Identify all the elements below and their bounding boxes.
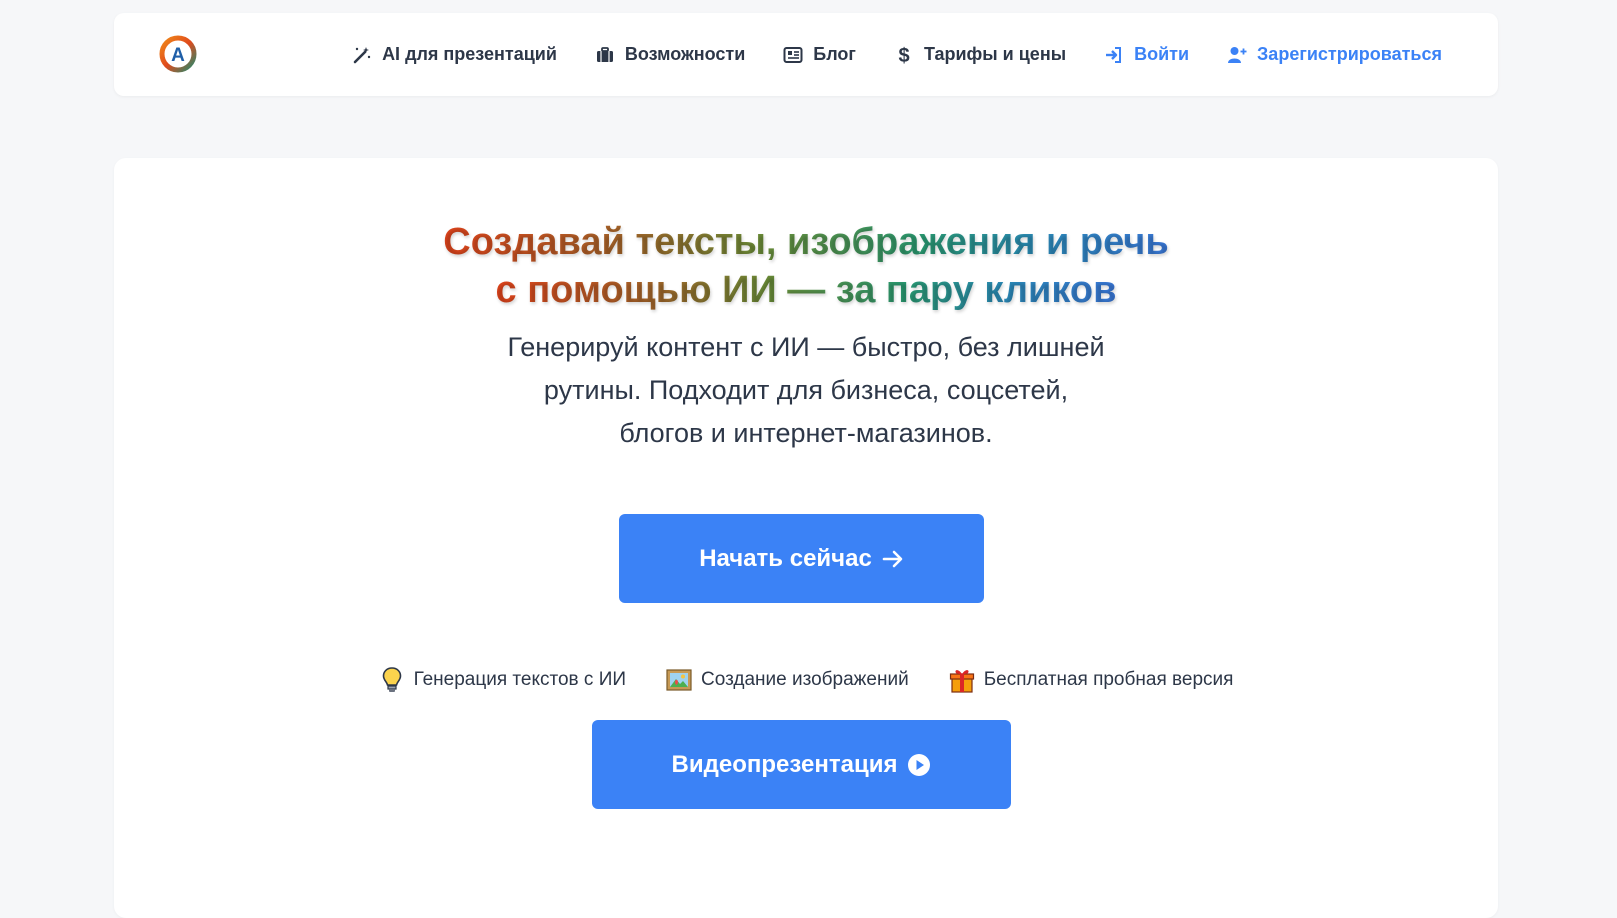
nav-label: Зарегистрироваться (1257, 44, 1442, 64)
logo[interactable]: A (157, 33, 199, 75)
hero-subtitle: Генерируй контент с ИИ — быстро, без лиш… (506, 326, 1106, 455)
hero-section: Создавай тексты, изображения и речь с по… (114, 158, 1498, 918)
feature-item-free-trial: Бесплатная пробная версия (949, 666, 1234, 694)
feature-list: Генерация текстов с ИИ Создание изображе… (114, 666, 1498, 694)
login-icon (1106, 46, 1122, 63)
video-presentation-label: Видеопрезентация (671, 750, 898, 778)
nav-item-pricing[interactable]: $ Тарифы и цены (894, 44, 1066, 65)
nav-label: Тарифы и цены (923, 44, 1067, 64)
video-presentation-button[interactable]: Видеопрезентация (592, 720, 1011, 809)
briefcase-icon (596, 46, 613, 62)
arrow-right-icon (882, 550, 903, 567)
logo-letter: A (171, 45, 185, 66)
nav-item-features[interactable]: Возможности (595, 44, 745, 65)
feature-label: Генерация текстов с ИИ (413, 669, 627, 690)
magic-wand-icon (353, 46, 371, 63)
nav-menu: AI для презентаций Возможности Блог $ Та… (352, 13, 1442, 96)
framed-picture-icon (666, 669, 692, 691)
subtitle-line-3: блогов и интернет-магазинов. (619, 418, 993, 448)
feature-item-text-generation: Генерация текстов с ИИ (379, 666, 626, 694)
lightbulb-icon (382, 667, 401, 692)
top-navbar: A AI для презентаций Возможности Блог $ … (114, 13, 1498, 96)
nav-label: Войти (1134, 44, 1190, 64)
play-circle-icon (908, 753, 931, 776)
subtitle-line-1: Генерируй контент с ИИ — быстро, без лиш… (507, 332, 1105, 362)
hero-headline: Создавай тексты, изображения и речь с по… (114, 218, 1498, 314)
nav-label: Возможности (624, 44, 746, 64)
feature-label: Создание изображений (701, 669, 909, 690)
svg-text:$: $ (898, 45, 909, 65)
subtitle-line-2: рутины. Подходит для бизнеса, соцсетей, (543, 375, 1069, 405)
start-now-label: Начать сейчас (699, 544, 872, 572)
user-plus-icon (1228, 46, 1247, 63)
nav-item-register[interactable]: Зарегистрироваться (1227, 44, 1442, 65)
headline-line-2: с помощью ИИ — за пару кликов (495, 269, 1117, 311)
dollar-icon: $ (898, 45, 909, 65)
logo-ring-icon: A (159, 35, 197, 73)
feature-item-image-creation: Создание изображений (666, 666, 909, 694)
nav-item-login[interactable]: Войти (1104, 44, 1189, 65)
start-now-button[interactable]: Начать сейчас (619, 514, 984, 603)
feature-label: Бесплатная пробная версия (983, 669, 1234, 690)
newspaper-icon (783, 46, 803, 63)
nav-label: AI для презентаций (382, 44, 557, 64)
gift-icon (949, 670, 974, 693)
nav-item-ai-presentations[interactable]: AI для презентаций (352, 44, 557, 65)
headline-line-1: Создавай тексты, изображения и речь (443, 221, 1169, 263)
nav-label: Блог (813, 44, 856, 64)
nav-item-blog[interactable]: Блог (783, 44, 856, 65)
